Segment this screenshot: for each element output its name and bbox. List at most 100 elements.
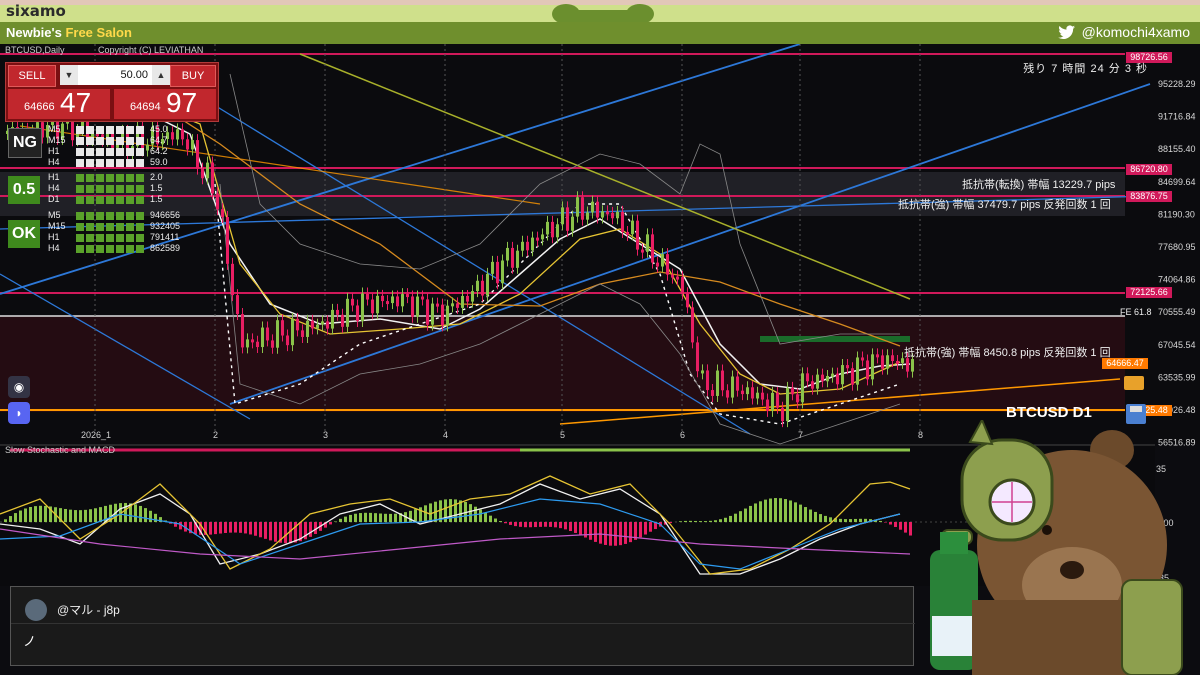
discord-icon[interactable]: ◗ [8,402,30,424]
histogram-bar [149,510,152,522]
candle-body [216,193,219,210]
candle-body [756,392,759,399]
histogram-bar [284,522,287,544]
candle-body [706,370,709,391]
histogram-bar [244,522,247,534]
bid-price-button[interactable]: 64666 47 [8,87,110,119]
twitter-handle: @komochi4xamo [1057,24,1190,40]
candle-body [276,320,279,348]
histogram-bar [684,520,687,522]
candle-body [741,390,744,395]
ask-price-big: 97 [166,87,198,118]
candle-body [696,342,699,372]
histogram-bar [489,515,492,522]
candle-body [551,221,554,238]
candle-body [796,394,799,403]
candle-body [316,324,319,329]
histogram-bar [889,522,892,525]
histogram-bar [329,522,332,525]
instrument-label: BTCUSD D1 [1006,404,1092,421]
signal-row: H1 64.2 [48,146,168,156]
badge-0-5: 0.5 [8,176,40,204]
candle-body [321,321,324,325]
histogram-bar [724,517,727,522]
histogram-bar [514,522,517,527]
histogram-bar [689,520,692,522]
histogram-bar [454,499,457,522]
candle-body [376,295,379,314]
histogram-bar [589,522,592,540]
candle-body [616,211,619,219]
histogram-bar [4,519,7,522]
candle-body [446,305,449,326]
histogram-bar [864,518,867,522]
candle-body [521,241,524,251]
histogram-bar [904,522,907,533]
twitter-bird-icon [1057,25,1075,39]
candle-body [476,280,479,292]
folder-icon[interactable] [1124,376,1144,390]
histogram-bar [269,522,272,541]
candle-body [621,211,624,232]
lot-size-input[interactable]: 50.00 [78,65,152,85]
candle-body [746,387,749,395]
candle-body [631,220,634,235]
candle-body [266,327,269,341]
price-tag-4: 72125.66 [1126,287,1172,298]
candle-body [421,296,424,300]
histogram-bar [259,522,262,538]
candle-body [351,298,354,306]
annotation-resist-turn: 抵抗帯(転換) 帯幅 13229.7 pips [962,179,1116,191]
histogram-bar [794,502,797,522]
sell-button[interactable]: SELL [8,65,56,87]
histogram-bar [264,522,267,539]
camera-icon[interactable]: ◉ [8,376,30,398]
candle-body [826,376,829,382]
histogram-bar [894,522,897,527]
time-tick-label: 7 [798,430,803,440]
annotation-resist-strong-2: 抵抗帯(強) 帯幅 8450.8 pips 反発回数 1 回 [904,347,1111,359]
candle-body [261,327,264,348]
stream-title-bar [0,22,1200,44]
price-tick-label: 95228.29 [1158,79,1196,89]
lot-increase-icon[interactable]: ▲ [152,65,170,85]
candle-body [546,221,549,235]
buy-button[interactable]: BUY [170,65,216,87]
one-click-trade-panel: SELL ▼ 50.00 ▲ BUY 64666 47 64694 97 [5,62,219,122]
copyright-label: Copyright (C) LEVIATHAN [98,45,204,55]
candle-body [651,234,654,263]
candle-body [771,392,774,411]
candle-body [581,197,584,220]
candle-body [241,314,244,348]
candle-body [286,335,289,346]
candle-body [676,276,679,280]
candle-body [306,320,309,337]
histogram-bar [524,522,527,528]
histogram-bar [249,522,252,535]
price-tick-label: 88155.40 [1158,144,1196,154]
candle-body [226,217,229,264]
histogram-bar [339,518,342,522]
histogram-bar [644,522,647,535]
candle-body [406,294,409,298]
chat-divider [11,623,915,624]
histogram-bar [274,522,277,542]
histogram-bar [594,522,597,542]
histogram-bar [729,515,732,522]
candle-body [876,354,879,358]
candle-body [816,374,819,389]
candle-body [231,263,234,296]
price-tick-label: 84699.64 [1158,177,1196,187]
bid-price-small: 64666 [24,101,55,113]
candle-body [341,314,344,327]
mascot-bear-icon [930,420,1183,675]
candle-body [811,381,814,389]
ask-price-button[interactable]: 64694 97 [114,87,216,119]
candle-body [236,295,239,315]
candle-body [646,234,649,252]
candle-body [386,301,389,305]
lot-decrease-icon[interactable]: ▼ [60,65,78,85]
candle-body [681,277,684,294]
histogram-bar [34,506,37,522]
candle-body [426,299,429,325]
